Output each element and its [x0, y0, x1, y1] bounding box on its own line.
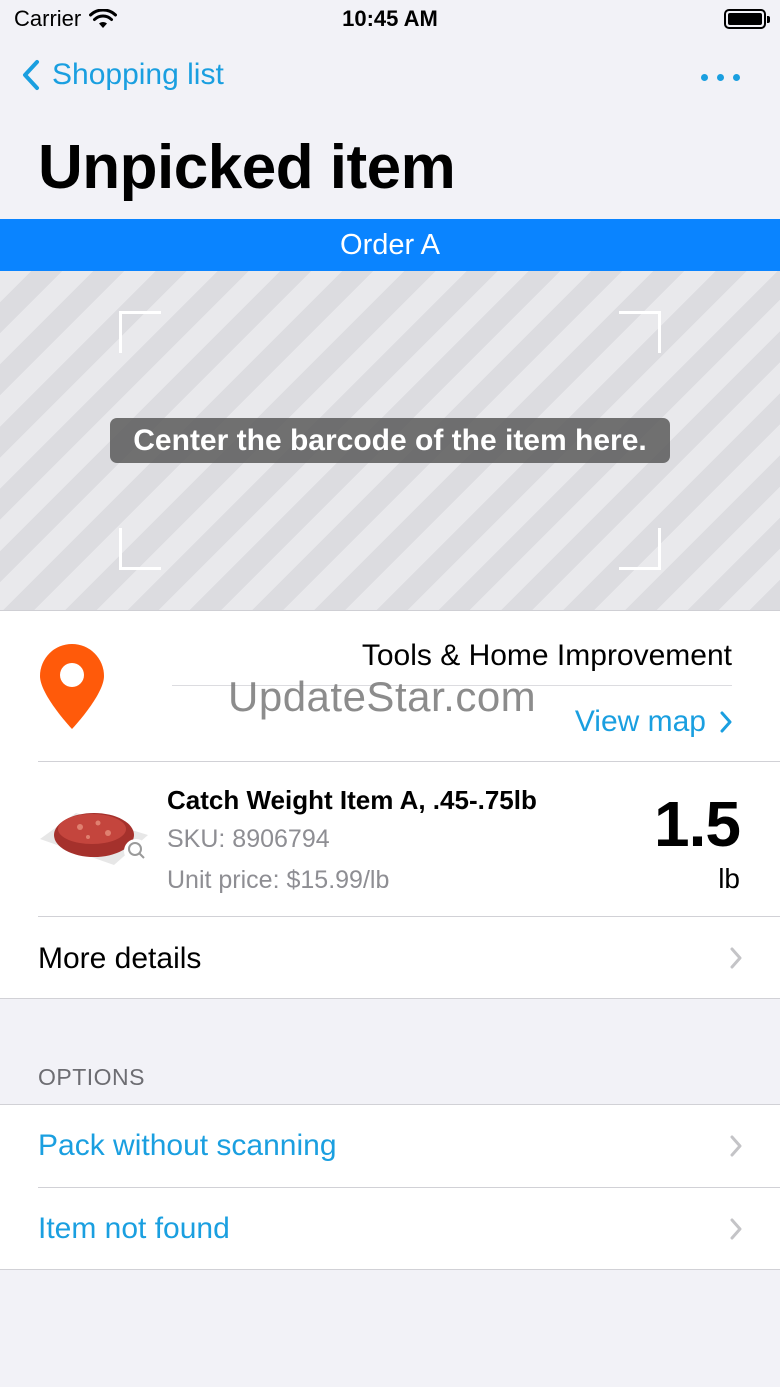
- view-map-label: View map: [574, 705, 706, 738]
- item-unit: lb: [718, 863, 740, 894]
- chevron-right-icon: [730, 947, 742, 969]
- item-not-found-label: Item not found: [38, 1212, 230, 1245]
- more-details-row[interactable]: More details: [0, 917, 780, 999]
- page-title: Unpicked item: [38, 133, 456, 202]
- options-section-header: OPTIONS: [38, 1064, 146, 1090]
- item-name: Catch Weight Item A, .45-.75lb: [167, 785, 537, 815]
- barcode-scanner-area[interactable]: Center the barcode of the item here.: [0, 271, 780, 611]
- chevron-right-icon: [720, 711, 732, 733]
- battery-icon: [724, 9, 770, 29]
- location-pin-icon: [40, 644, 104, 729]
- item-thumbnail[interactable]: [36, 789, 152, 871]
- pack-without-scanning-label: Pack without scanning: [38, 1129, 337, 1162]
- item-sku: SKU: 8906794: [167, 825, 330, 853]
- watermark: UpdateStar.com: [228, 673, 537, 720]
- pack-without-scanning-row[interactable]: Pack without scanning: [0, 1105, 780, 1187]
- dot-icon: [733, 74, 740, 81]
- dot-icon: [701, 74, 708, 81]
- scan-frame-corner: [119, 528, 161, 570]
- status-bar: Carrier 10:45 AM: [0, 0, 780, 40]
- department-label: Tools & Home Improvement: [361, 639, 732, 672]
- item-unit-price: Unit price: $15.99/lb: [167, 866, 390, 894]
- view-map-link[interactable]: View map: [575, 705, 732, 739]
- status-time: 10:45 AM: [342, 6, 438, 31]
- divider: [38, 761, 780, 762]
- item-card: Tools & Home Improvement UpdateStar.com …: [0, 611, 780, 999]
- chevron-right-icon: [730, 1135, 742, 1157]
- options-group: Pack without scanning Item not found: [0, 1104, 780, 1270]
- order-banner: Order A: [0, 219, 780, 271]
- scan-hint: Center the barcode of the item here.: [110, 418, 670, 463]
- scan-frame-corner: [619, 528, 661, 570]
- back-button[interactable]: Shopping list: [22, 58, 224, 92]
- chevron-right-icon: [730, 1218, 742, 1240]
- item-not-found-row[interactable]: Item not found: [0, 1188, 780, 1270]
- item-quantity: 1.5: [654, 788, 741, 860]
- chevron-left-icon: [23, 60, 39, 90]
- more-details-label: More details: [38, 942, 202, 975]
- scan-frame-corner: [119, 311, 161, 353]
- dot-icon: [717, 74, 724, 81]
- more-options-button[interactable]: [697, 66, 744, 89]
- scan-frame-corner: [619, 311, 661, 353]
- back-label: Shopping list: [52, 58, 224, 91]
